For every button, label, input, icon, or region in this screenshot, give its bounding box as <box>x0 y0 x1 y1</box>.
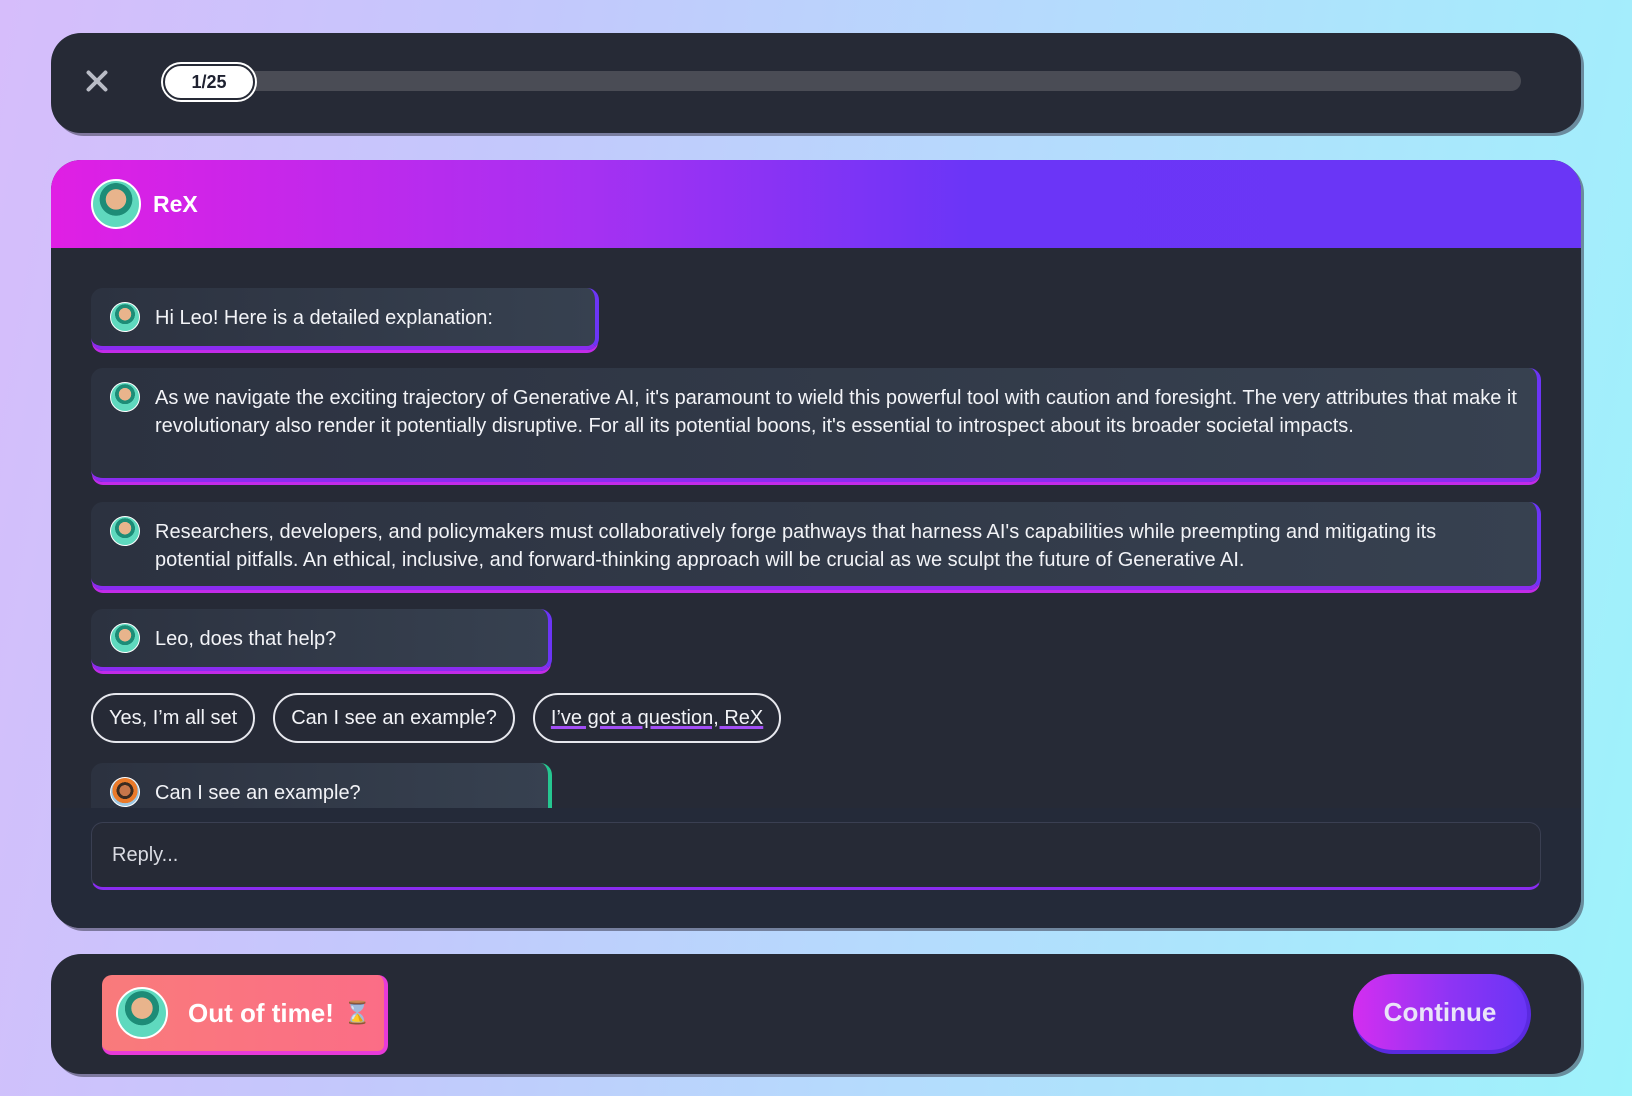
quick-reply-all-set[interactable]: Yes, I’m all set <box>91 693 256 743</box>
message-text: Researchers, developers, and policymaker… <box>155 521 1437 571</box>
message-text: As we navigate the exciting trajectory o… <box>155 387 1517 437</box>
hourglass-icon: ⌛ <box>343 1000 372 1025</box>
bot-avatar <box>110 382 140 412</box>
bot-avatar <box>110 302 140 332</box>
status-text: Out of time! <box>188 997 334 1028</box>
footer-panel: Out of time! ⌛ Continue <box>51 954 1581 1074</box>
bot-message: Hi Leo! Here is a detailed explanation: <box>91 288 599 350</box>
bot-avatar <box>116 987 168 1039</box>
message-text: Hi Leo! Here is a detailed explanation: <box>155 307 493 329</box>
progress-counter: 1/25 <box>163 64 255 100</box>
bot-name: ReX <box>153 190 198 217</box>
bot-message: Leo, does that help? <box>91 609 552 671</box>
quick-reply-label: I’ve got a question, ReX <box>550 706 764 729</box>
quick-reply-question[interactable]: I’ve got a question, ReX <box>532 693 782 743</box>
bot-message: As we navigate the exciting trajectory o… <box>91 368 1541 482</box>
continue-button[interactable]: Continue <box>1353 974 1531 1054</box>
bot-avatar <box>110 623 140 653</box>
bot-avatar <box>110 516 140 546</box>
bot-message: Researchers, developers, and policymaker… <box>91 502 1541 590</box>
quick-reply-group: Yes, I’m all set Can I see an example? I… <box>91 693 782 743</box>
quick-reply-label: Can I see an example? <box>291 706 497 729</box>
progress-panel: 1/25 <box>51 33 1581 133</box>
user-avatar <box>110 777 140 807</box>
message-text: Can I see an example? <box>155 782 361 804</box>
close-icon[interactable] <box>82 66 112 96</box>
chat-header: ReX <box>51 160 1581 248</box>
out-of-time-badge: Out of time! ⌛ <box>102 975 388 1055</box>
reply-input[interactable] <box>91 822 1541 890</box>
progress-track <box>161 71 1521 91</box>
quick-reply-label: Yes, I’m all set <box>109 706 238 729</box>
bot-avatar <box>91 179 141 229</box>
quick-reply-example[interactable]: Can I see an example? <box>273 693 515 743</box>
reply-area <box>51 808 1581 928</box>
message-text: Leo, does that help? <box>155 628 337 650</box>
chat-panel: ReX Hi Leo! Here is a detailed explanati… <box>51 160 1581 928</box>
